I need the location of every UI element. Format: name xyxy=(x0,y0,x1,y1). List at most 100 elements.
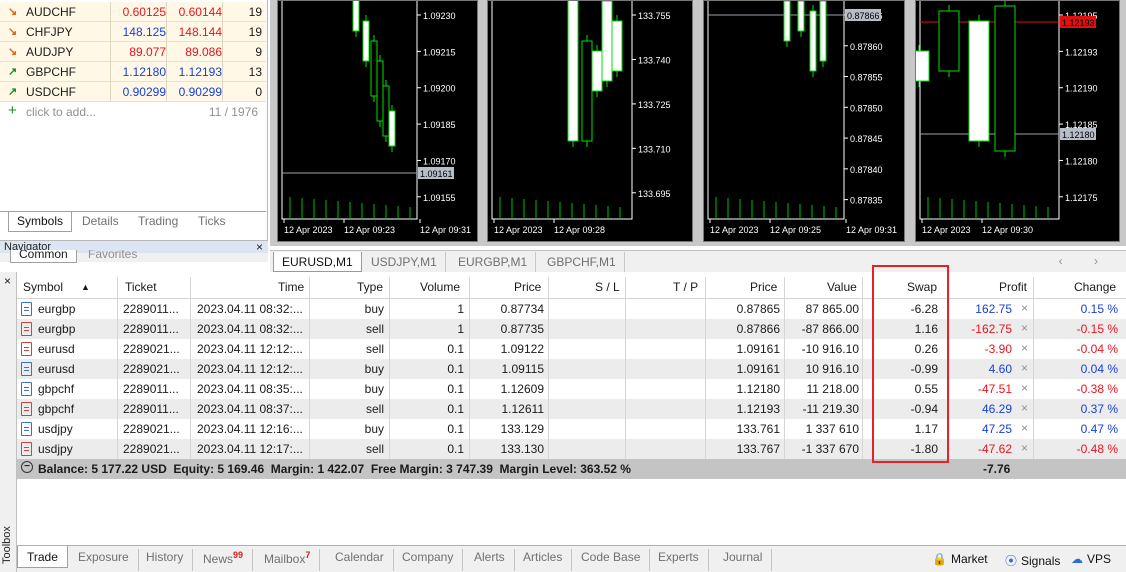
navigator-panel: Navigator × Common Favorites xyxy=(0,240,268,263)
chart-usdjpy[interactable]: 133.755 133.740 133.725 133.710 133.695 12 Ap… xyxy=(487,0,693,242)
close-position-icon[interactable]: × xyxy=(1021,361,1028,375)
close-position-icon[interactable]: × xyxy=(1021,401,1028,415)
value-cell: -10 916.10 xyxy=(801,342,859,356)
column-divider xyxy=(548,339,549,359)
column-divider xyxy=(389,379,390,399)
column-divider xyxy=(548,379,549,399)
add-symbol-row[interactable]: + click to add... 11 / 1976 xyxy=(0,102,266,122)
time-label: 12 Apr 09:25 xyxy=(770,225,821,235)
table-row[interactable]: eurusd 2289021... 2023.04.11 12:12:... sell… xyxy=(17,339,1126,359)
tab-details[interactable]: Details xyxy=(74,212,127,232)
table-row[interactable]: eurgbp 2289011... 2023.04.11 08:32:... buy 1… xyxy=(17,299,1126,319)
col-type[interactable]: Type xyxy=(357,280,383,294)
navigator-close-icon[interactable]: × xyxy=(256,240,263,254)
price-cell: 1.09115 xyxy=(501,362,545,376)
close-position-icon[interactable]: × xyxy=(1021,341,1028,355)
ask-price: 89.086 xyxy=(185,45,222,59)
column-divider xyxy=(625,299,626,319)
plot-frame xyxy=(281,1,418,220)
col-change[interactable]: Change xyxy=(1074,280,1116,294)
chart-tab-eurusd[interactable]: EURUSD,M1 xyxy=(273,252,362,272)
tab-ticks[interactable]: Ticks xyxy=(190,212,234,232)
symbol-row[interactable]: ↘ AUDJPY 89.077 89.086 9 xyxy=(0,42,266,62)
column-divider xyxy=(1033,419,1034,439)
spread: 0 xyxy=(255,85,262,99)
market-link[interactable]: 🔒 Market xyxy=(932,552,988,566)
toolbox-tab-mailbox[interactable]: Mailbox7 xyxy=(255,549,321,571)
col-current-price[interactable]: Price xyxy=(750,280,777,294)
toolbox-tab-company[interactable]: Company xyxy=(393,549,464,571)
close-position-icon[interactable]: × xyxy=(1021,321,1028,335)
collapse-icon[interactable]: − xyxy=(21,461,33,473)
chart-canvas: 0.87866 0.87860 0.87855 0.87850 0.87845 0.878… xyxy=(707,1,897,235)
toolbox-tab-experts[interactable]: Experts xyxy=(649,549,709,571)
table-row[interactable]: usdjpy 2289021... 2023.04.11 12:17:... sell… xyxy=(17,439,1126,459)
market-label: Market xyxy=(950,552,988,566)
profit-cell: -162.75 xyxy=(971,322,1012,336)
col-symbol[interactable]: Symbol xyxy=(23,280,63,294)
col-ticket[interactable]: Ticket xyxy=(125,280,157,294)
col-volume[interactable]: Volume xyxy=(420,280,460,294)
col-value[interactable]: Value xyxy=(827,280,857,294)
chart-tab-eurgbp[interactable]: EURGBP,M1 xyxy=(450,252,537,272)
tab-favorites[interactable]: Favorites xyxy=(88,250,137,263)
market-watch-panel: ↘ AUDCHF 0.60125 0.60144 19 ↘ CHFJPY 148.125 148… xyxy=(0,0,268,240)
toolbox-close-icon[interactable]: × xyxy=(4,274,11,288)
symbol-row[interactable]: ↘ AUDCHF 0.60125 0.60144 19 xyxy=(0,2,266,22)
column-divider xyxy=(222,62,223,82)
current-price-cell: 1.09161 xyxy=(736,362,780,376)
column-divider xyxy=(469,379,470,399)
table-row[interactable]: eurgbp 2289011... 2023.04.11 08:32:... sell… xyxy=(17,319,1126,339)
close-position-icon[interactable]: × xyxy=(1021,381,1028,395)
chart-tabs-bar: EURUSD,M1 USDJPY,M1 EURGBP,M1 GBPCHF,M1 … xyxy=(270,250,1126,272)
signals-link[interactable]: ⦿ Signals xyxy=(1005,552,1060,569)
symbol-row[interactable]: ↗ GBPCHF 1.12180 1.12193 13 xyxy=(0,62,266,82)
symbol-row[interactable]: ↘ CHFJPY 148.125 148.144 19 xyxy=(0,22,266,42)
column-divider xyxy=(625,359,626,379)
vps-link[interactable]: ☁ VPS xyxy=(1071,552,1111,566)
tab-label: Code Base xyxy=(581,550,641,564)
current-price-cell: 133.767 xyxy=(736,442,780,456)
close-position-icon[interactable]: × xyxy=(1021,421,1028,435)
price-cell: 133.130 xyxy=(500,442,544,456)
toolbox-tab-exposure[interactable]: Exposure xyxy=(69,549,139,571)
close-position-icon[interactable]: × xyxy=(1021,301,1028,315)
table-row[interactable]: usdjpy 2289021... 2023.04.11 12:16:... buy 0… xyxy=(17,419,1126,439)
column-divider xyxy=(1033,299,1034,319)
tab-symbols[interactable]: Symbols xyxy=(8,212,73,232)
symbol-name: GBPCHF xyxy=(26,65,77,79)
col-tp[interactable]: T / P xyxy=(673,280,698,294)
chart-gbpchf[interactable]: 1.121951.121931.121901.121851.121801.121… xyxy=(915,0,1120,242)
time-cell: 2023.04.11 12:12:... xyxy=(197,362,303,376)
col-price[interactable]: Price xyxy=(514,280,541,294)
symbol-row[interactable]: ↗ USDCHF 0.90299 0.90299 0 xyxy=(0,82,266,102)
toolbox-tab-calendar[interactable]: Calendar xyxy=(326,549,394,571)
toolbox-tab-code-base[interactable]: Code Base xyxy=(572,549,651,571)
col-profit[interactable]: Profit xyxy=(999,280,1027,294)
close-position-icon[interactable]: × xyxy=(1021,441,1028,455)
price-cell: 1.12611 xyxy=(501,402,545,416)
chart-eurusd[interactable]: 1.09230 1.09215 1.09200 1.09185 1.09170 1.091… xyxy=(277,0,478,242)
column-divider xyxy=(166,22,167,42)
time-label: 12 Apr 09:31 xyxy=(420,225,471,235)
chart-tab-usdjpy[interactable]: USDJPY,M1 xyxy=(363,252,446,272)
toolbox-tab-history[interactable]: History xyxy=(137,549,194,571)
tab-trading[interactable]: Trading xyxy=(130,212,186,232)
chart-eurgbp[interactable]: 0.87866 0.87860 0.87855 0.87850 0.87845 0.878… xyxy=(703,0,905,242)
table-row[interactable]: eurusd 2289021... 2023.04.11 12:12:... buy 0… xyxy=(17,359,1126,379)
chart-tab-gbpchf[interactable]: GBPCHF,M1 xyxy=(539,252,625,272)
column-divider xyxy=(309,399,310,419)
chart-tabs-scroll[interactable]: ‹ › xyxy=(1059,254,1112,268)
toolbox-tab-alerts[interactable]: Alerts xyxy=(465,549,515,571)
signals-label: Signals xyxy=(1021,554,1061,568)
toolbox-tab-news[interactable]: News99 xyxy=(194,549,254,571)
toolbox-tab-articles[interactable]: Articles xyxy=(514,549,573,571)
toolbox-tab-journal[interactable]: Journal xyxy=(714,549,773,571)
tab-common[interactable]: Common xyxy=(10,250,77,263)
table-row[interactable]: gbpchf 2289011... 2023.04.11 08:35:... buy 0… xyxy=(17,379,1126,399)
column-divider xyxy=(625,339,626,359)
col-sl[interactable]: S / L xyxy=(595,280,620,294)
table-row[interactable]: gbpchf 2289011... 2023.04.11 08:37:... sell… xyxy=(17,399,1126,419)
col-time[interactable]: Time xyxy=(278,280,304,294)
toolbox-tab-trade[interactable]: Trade xyxy=(17,546,68,568)
